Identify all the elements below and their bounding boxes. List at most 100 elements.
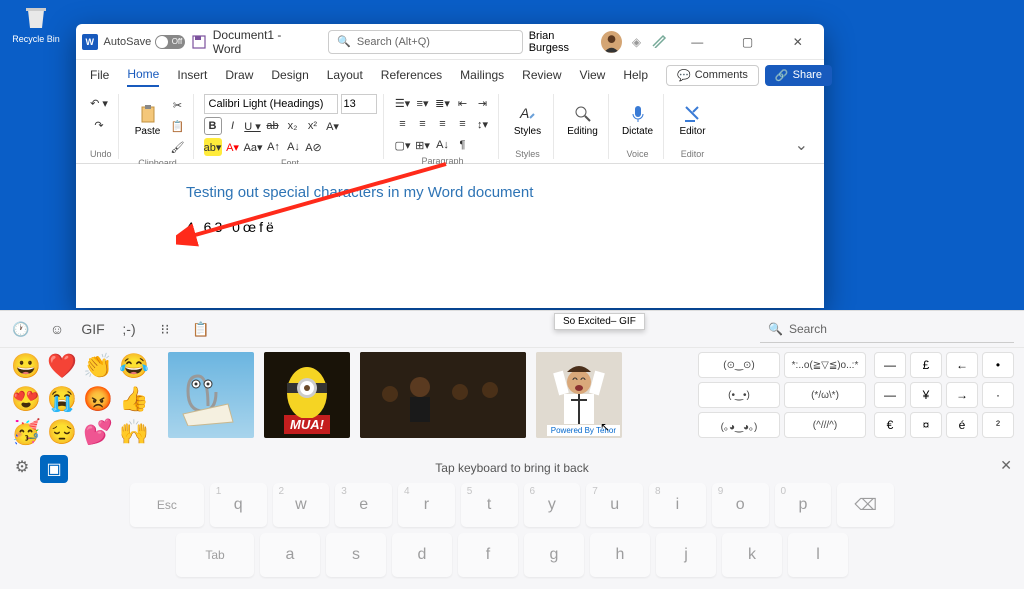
format-painter-button[interactable]: 🖌 [169, 138, 187, 156]
tab-references[interactable]: References [381, 64, 442, 86]
clipboard-tab-icon[interactable]: 📋 [190, 318, 212, 340]
symbol-item[interactable]: é [946, 412, 978, 438]
emoji-item[interactable]: 🙌 [118, 418, 150, 447]
multilevel-button[interactable]: ≣▾ [434, 94, 452, 112]
shrink-font-button[interactable]: A↓ [285, 138, 303, 156]
emoji-item[interactable]: 😍 [10, 385, 42, 414]
key-y[interactable]: 6y [524, 483, 581, 527]
emoji-item[interactable]: 😂 [118, 352, 150, 381]
autosave-toggle[interactable]: AutoSave Off [104, 35, 186, 49]
tab-review[interactable]: Review [522, 64, 561, 86]
collapse-ribbon-button[interactable]: ⌄ [787, 131, 816, 159]
emoji-item[interactable]: 😔 [46, 418, 78, 447]
symbol-item[interactable]: — [874, 382, 906, 408]
key-t[interactable]: 5t [461, 483, 518, 527]
gif-clippy[interactable] [168, 352, 254, 438]
justify-button[interactable]: ≡ [454, 115, 472, 133]
decrease-indent-button[interactable]: ⇤ [454, 94, 472, 112]
tab-view[interactable]: View [580, 64, 606, 86]
save-icon[interactable] [191, 34, 207, 50]
panel-search[interactable]: 🔍 Search [760, 315, 1014, 343]
key-r[interactable]: 4r [398, 483, 455, 527]
search-box[interactable]: 🔍 Search (Alt+Q) [328, 30, 523, 54]
kaomoji-item[interactable]: (^///^) [784, 412, 866, 438]
undo-button[interactable]: ↶ ▾ [90, 94, 108, 112]
font-color-button[interactable]: A▾ [224, 138, 242, 156]
gif-theater[interactable] [360, 352, 526, 438]
editing-button[interactable]: Editing [564, 94, 602, 146]
font-size-select[interactable] [341, 94, 377, 114]
pen-icon[interactable] [651, 32, 667, 51]
redo-button[interactable]: ↷ [90, 116, 108, 134]
kaomoji-item[interactable]: (­｡◕‿◕｡) [698, 412, 780, 438]
tab-insert[interactable]: Insert [177, 64, 207, 86]
tab-help[interactable]: Help [623, 64, 648, 86]
key-o[interactable]: 9o [712, 483, 769, 527]
key-esc[interactable]: Esc [130, 483, 204, 527]
key-h[interactable]: h [590, 533, 650, 577]
line-spacing-button[interactable]: ↕▾ [474, 115, 492, 133]
document-canvas[interactable]: Testing out special characters in my Wor… [76, 164, 824, 308]
desktop-recycle-bin[interactable]: Recycle Bin [6, 0, 66, 44]
numbering-button[interactable]: ≡▾ [414, 94, 432, 112]
kaomoji-item[interactable]: (*/ω\*) [784, 382, 866, 408]
gif-tab-icon[interactable]: GIF [82, 318, 104, 340]
align-right-button[interactable]: ≡ [434, 115, 452, 133]
text-effects-button[interactable]: A▾ [324, 117, 342, 135]
styles-button[interactable]: AStyles [509, 94, 547, 146]
key-p[interactable]: 0p [775, 483, 832, 527]
dock-keyboard-button[interactable]: ▣ [40, 455, 68, 483]
close-button[interactable]: ✕ [778, 28, 818, 56]
align-left-button[interactable]: ≡ [394, 115, 412, 133]
clear-format-button[interactable]: A⊘ [305, 138, 323, 156]
key-w[interactable]: 2w [273, 483, 330, 527]
tab-draw[interactable]: Draw [225, 64, 253, 86]
borders-button[interactable]: ⊞▾ [414, 136, 432, 154]
italic-button[interactable]: I [224, 117, 242, 135]
minimize-button[interactable]: — [677, 28, 717, 56]
tab-mailings[interactable]: Mailings [460, 64, 504, 86]
grow-font-button[interactable]: A↑ [265, 138, 283, 156]
key-g[interactable]: g [524, 533, 584, 577]
key-l[interactable]: l [788, 533, 848, 577]
key-d[interactable]: d [392, 533, 452, 577]
emoji-item[interactable]: 💕 [82, 418, 114, 447]
key-f[interactable]: f [458, 533, 518, 577]
tab-home[interactable]: Home [127, 63, 159, 87]
user-account[interactable]: Brian Burgess [529, 30, 622, 54]
bold-button[interactable]: B [204, 117, 222, 135]
kaomoji-item[interactable]: (⊙‿⊙) [698, 352, 780, 378]
symbol-item[interactable]: → [946, 382, 978, 408]
gif-minion[interactable]: MUA! [264, 352, 350, 438]
symbol-item[interactable]: ← [946, 352, 978, 378]
kaomoji-item[interactable]: (•‿•) [698, 382, 780, 408]
maximize-button[interactable]: ▢ [727, 28, 767, 56]
shading-button[interactable]: ▢▾ [394, 136, 412, 154]
key-k[interactable]: k [722, 533, 782, 577]
key-j[interactable]: j [656, 533, 716, 577]
symbol-item[interactable]: € [874, 412, 906, 438]
show-marks-button[interactable]: ¶ [454, 136, 472, 154]
dictate-button[interactable]: Dictate [619, 94, 657, 146]
key-⌫[interactable]: ⌫ [837, 483, 894, 527]
strike-button[interactable]: ab [264, 117, 282, 135]
tab-file[interactable]: File [90, 64, 109, 86]
symbol-item[interactable]: ¥ [910, 382, 942, 408]
font-name-select[interactable] [204, 94, 338, 114]
cut-button[interactable]: ✂ [169, 96, 187, 114]
key-e[interactable]: 3e [335, 483, 392, 527]
symbols-tab-icon[interactable]: ⁝⁝ [154, 318, 176, 340]
emoji-item[interactable]: 😀 [10, 352, 42, 381]
copy-button[interactable]: 📋 [169, 117, 187, 135]
highlight-button[interactable]: ab▾ [204, 138, 222, 156]
key-tab[interactable]: Tab [176, 533, 254, 577]
tab-design[interactable]: Design [271, 64, 308, 86]
emoji-item[interactable]: 👍 [118, 385, 150, 414]
symbol-item[interactable]: — [874, 352, 906, 378]
emoji-item[interactable]: ❤️ [46, 352, 78, 381]
close-panel-button[interactable]: ✕ [1000, 457, 1012, 474]
key-a[interactable]: a [260, 533, 320, 577]
kaomoji-tab-icon[interactable]: ;-) [118, 318, 140, 340]
kaomoji-item[interactable]: *:..o(≧▽≦)o..:* [784, 352, 866, 378]
key-u[interactable]: 7u [586, 483, 643, 527]
